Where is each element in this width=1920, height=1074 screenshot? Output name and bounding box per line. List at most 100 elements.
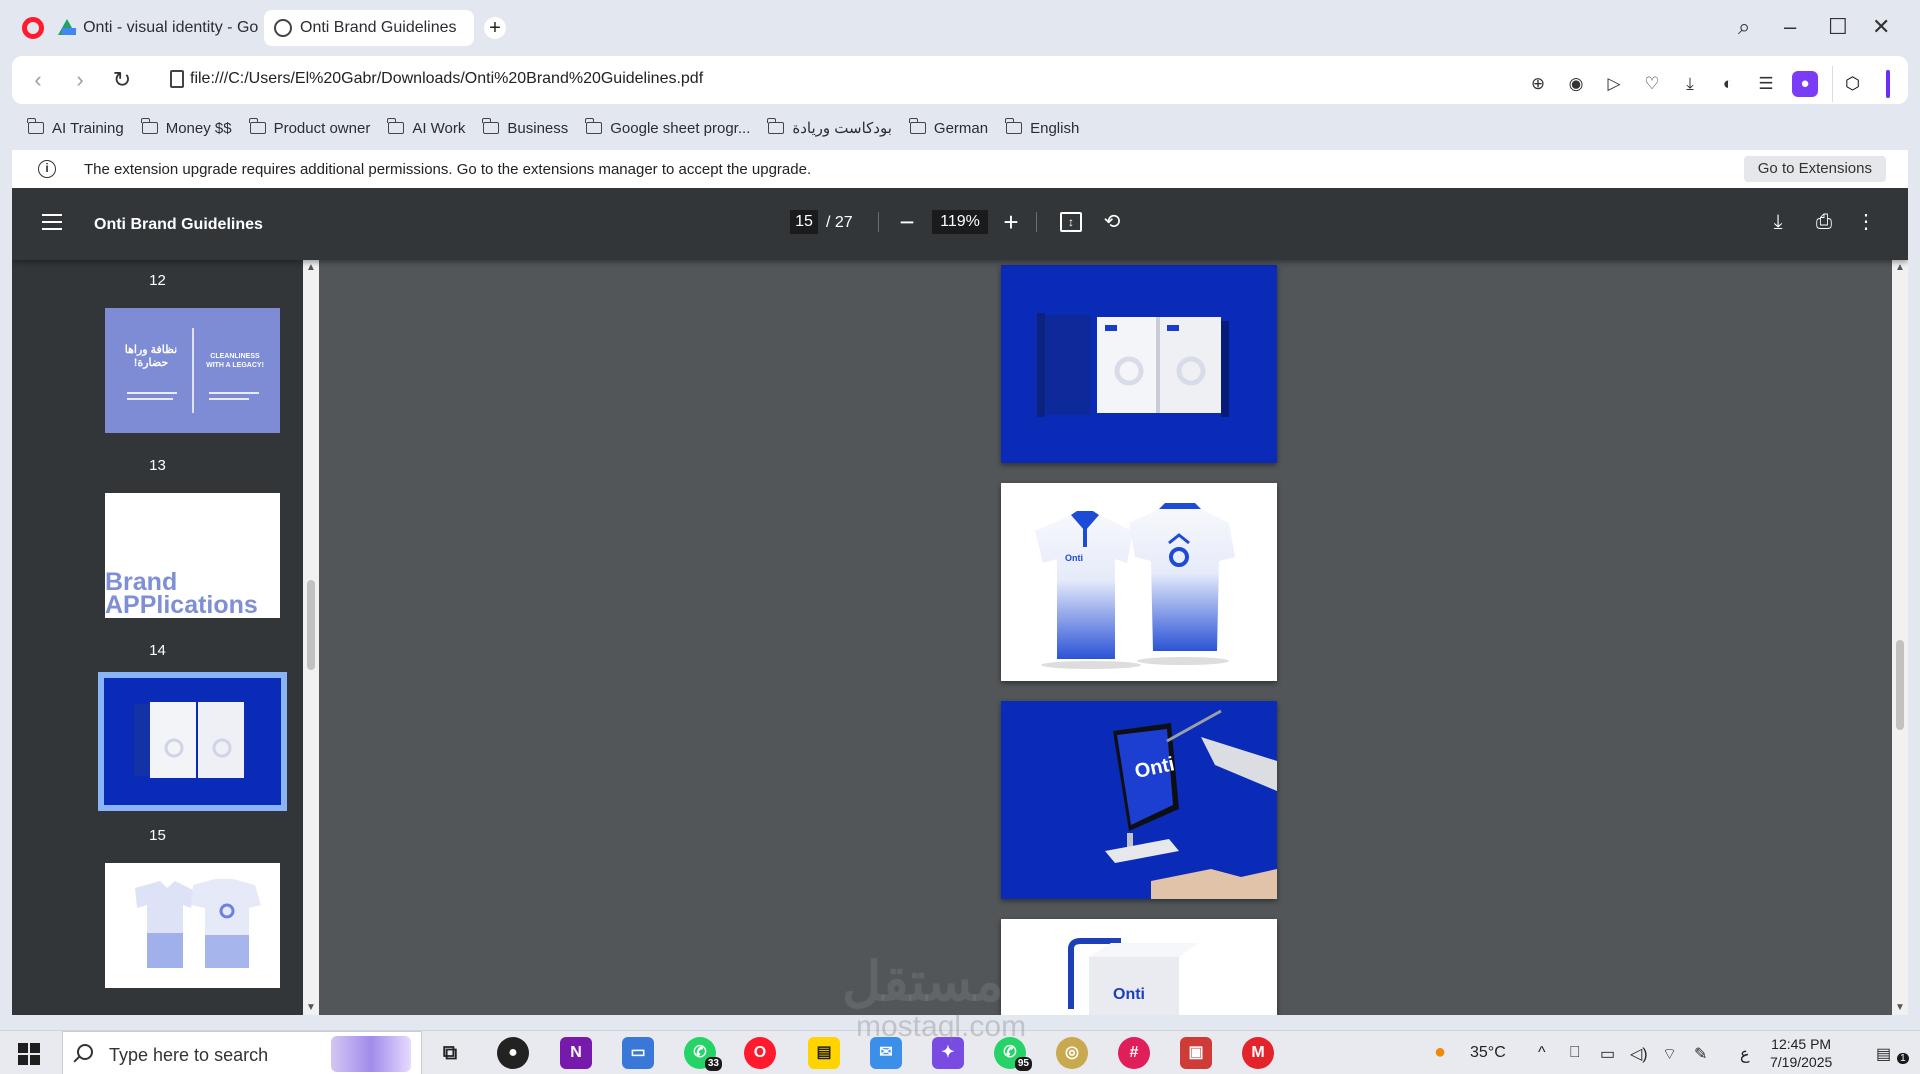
tab-onti-brand-guidelines[interactable]: Onti Brand Guidelines [264,10,474,46]
minimize-icon[interactable]: – [1784,14,1796,40]
back-arrow-icon[interactable]: ‹ [24,66,52,94]
sidebar-indicator [1886,70,1890,98]
search-icon [77,1044,93,1060]
thumbnail-page-13[interactable]: نظافة وراها حضارة! CLEANLINESS WITH A LE… [105,308,280,433]
zoom-level-input[interactable]: 119% [932,210,988,234]
heart-icon[interactable]: ♡ [1640,72,1664,96]
easy-setup-icon[interactable]: ☰ [1754,72,1778,96]
whatsapp-icon[interactable]: ✆ 33 [684,1037,722,1071]
menu-icon[interactable] [42,214,62,230]
battery-saver-icon[interactable]: ◐ [1716,72,1740,96]
camera-icon[interactable]: ◉ [1564,72,1588,96]
download-icon[interactable]: ⤓ [1764,208,1792,236]
bookmark-english[interactable]: English [1005,118,1080,137]
notifications-icon[interactable]: ▤ 1 [1876,1044,1909,1064]
search-tabs-icon[interactable]: ⌕ [1738,14,1750,40]
weather-temp[interactable]: 35°C [1470,1044,1506,1062]
folder-icon [248,118,266,134]
document-scrollbar[interactable]: ▲ ▼ [1892,260,1908,1015]
network-icon[interactable]: ▭ [1600,1044,1615,1064]
bookmark-german[interactable]: German [908,118,988,137]
sidebar-scrollbar[interactable]: ▲ ▼ [303,260,319,1015]
scroll-up-arrow[interactable]: ▲ [1895,262,1905,273]
profile-icon[interactable]: ● [1792,71,1818,97]
fit-page-icon[interactable]: ↕ [1060,212,1082,232]
desktop-app-icon[interactable]: ▭ [622,1037,654,1069]
task-view-icon[interactable]: ⧉ [434,1037,466,1069]
url-field[interactable]: file:///C:/Users/El%20Gabr/Downloads/Ont… [190,70,703,88]
download-icon[interactable]: ⤓ [1678,72,1702,96]
extensions-cube-icon[interactable]: ⬡ [1832,66,1872,102]
tab-label: Onti - visual identity - Goo [83,19,258,36]
bookmark-google-sheet[interactable]: Google sheet progr... [585,118,750,137]
forward-arrow-icon[interactable]: › [66,66,94,94]
taskbar-search[interactable]: Type here to search [62,1031,422,1074]
thumbnail-page-16[interactable] [105,863,280,988]
zoom-in-button[interactable]: + [996,207,1026,237]
folder-icon [585,118,603,134]
weather-icon[interactable]: ● [1434,1041,1446,1064]
mostaql-watermark: مستقل [842,952,1004,1012]
go-to-extensions-button[interactable]: Go to Extensions [1743,156,1886,182]
opera-icon[interactable]: O [744,1037,776,1069]
bookmark-ai-training[interactable]: AI Training [27,118,124,137]
bookmark-label: AI Training [52,119,124,137]
system-clock[interactable]: 12:45 PM 7/19/2025 [1770,1035,1832,1071]
close-window-icon[interactable]: ✕ [1872,14,1890,40]
bookmark-ai-work[interactable]: AI Work [387,118,466,137]
mega-icon[interactable]: M [1242,1037,1274,1069]
windows-start-icon[interactable] [18,1043,40,1065]
scroll-down-arrow[interactable]: ▼ [306,1002,316,1013]
bookmark-business[interactable]: Business [482,118,568,137]
bookmark-label: Money $$ [165,119,232,137]
page-number-input[interactable]: 15 [790,210,818,234]
photos-app-icon[interactable]: ▣ [1180,1037,1212,1069]
scroll-down-arrow[interactable]: ▼ [1895,1002,1905,1013]
clock-date: 7/19/2025 [1770,1054,1833,1070]
print-icon[interactable]: ⎙ [1810,208,1838,236]
scrollbar-thumb[interactable] [307,580,315,670]
rotate-icon[interactable]: ⟲ [1098,208,1126,236]
new-tab-button[interactable]: + [484,17,506,39]
globe-icon [274,19,292,37]
onenote-icon[interactable]: N [560,1037,592,1069]
bookmark-label: AI Work [412,119,466,137]
language-indicator[interactable]: ع [1740,1044,1750,1064]
chrome-app-icon[interactable]: ◎ [1056,1037,1088,1069]
meet-icon[interactable]: ⎕ [1570,1044,1580,1062]
folder-icon [1005,118,1023,134]
wifi-icon[interactable]: ⌔ [1662,1044,1677,1064]
thumbnail-15-art [104,678,281,805]
bookmark-label: English [1030,119,1080,137]
slack-icon[interactable]: # [1118,1037,1150,1069]
scroll-up-arrow[interactable]: ▲ [306,262,316,273]
send-icon[interactable]: ▷ [1602,72,1626,96]
thumbnail-page-14[interactable]: Brand APPlications [105,493,280,618]
opera-logo-icon[interactable] [22,17,44,39]
more-actions-icon[interactable]: ⋮ [1852,208,1880,236]
bookmark-podcast[interactable]: بودكاست وريادة [767,118,892,137]
reload-icon[interactable]: ↻ [108,66,136,94]
divider [1036,212,1037,232]
thumbnail-page-15-selected[interactable] [98,672,287,811]
volume-icon[interactable]: ◁) [1630,1044,1648,1064]
address-bar-actions: ⊕ ◉ ▷ ♡ ⤓ ◐ ☰ ● ⬡ [1526,66,1890,102]
zoom-icon[interactable]: ⊕ [1526,72,1550,96]
sticky-notes-icon[interactable]: ▤ [808,1037,840,1069]
pdf-toolbar: Onti Brand Guidelines 15 / 27 − 119% + ↕… [12,188,1908,260]
scrollbar-thumb[interactable] [1896,640,1904,730]
notification-count: 1 [1897,1053,1909,1064]
bookmark-money[interactable]: Money $$ [140,118,232,137]
tab-onti-visual-identity[interactable]: Onti - visual identity - Goo [58,10,258,46]
app-circle-icon[interactable]: ● [497,1037,529,1069]
pdf-page-18-packaging: Onti [1001,919,1277,1015]
zoom-out-button[interactable]: − [892,207,922,237]
tablet-mockup-image: Onti [1001,701,1277,899]
bookmark-label: بودكاست وريادة [792,120,892,137]
show-hidden-icons-chevron-icon[interactable]: ^ [1538,1044,1546,1062]
bookmark-product-owner[interactable]: Product owner [248,118,370,137]
pdf-page-16-polo: Onti [1001,483,1277,681]
pen-icon[interactable]: ✎ [1694,1044,1707,1064]
maximize-icon[interactable]: ☐ [1828,14,1848,40]
thumbnail-13-art [105,308,280,433]
